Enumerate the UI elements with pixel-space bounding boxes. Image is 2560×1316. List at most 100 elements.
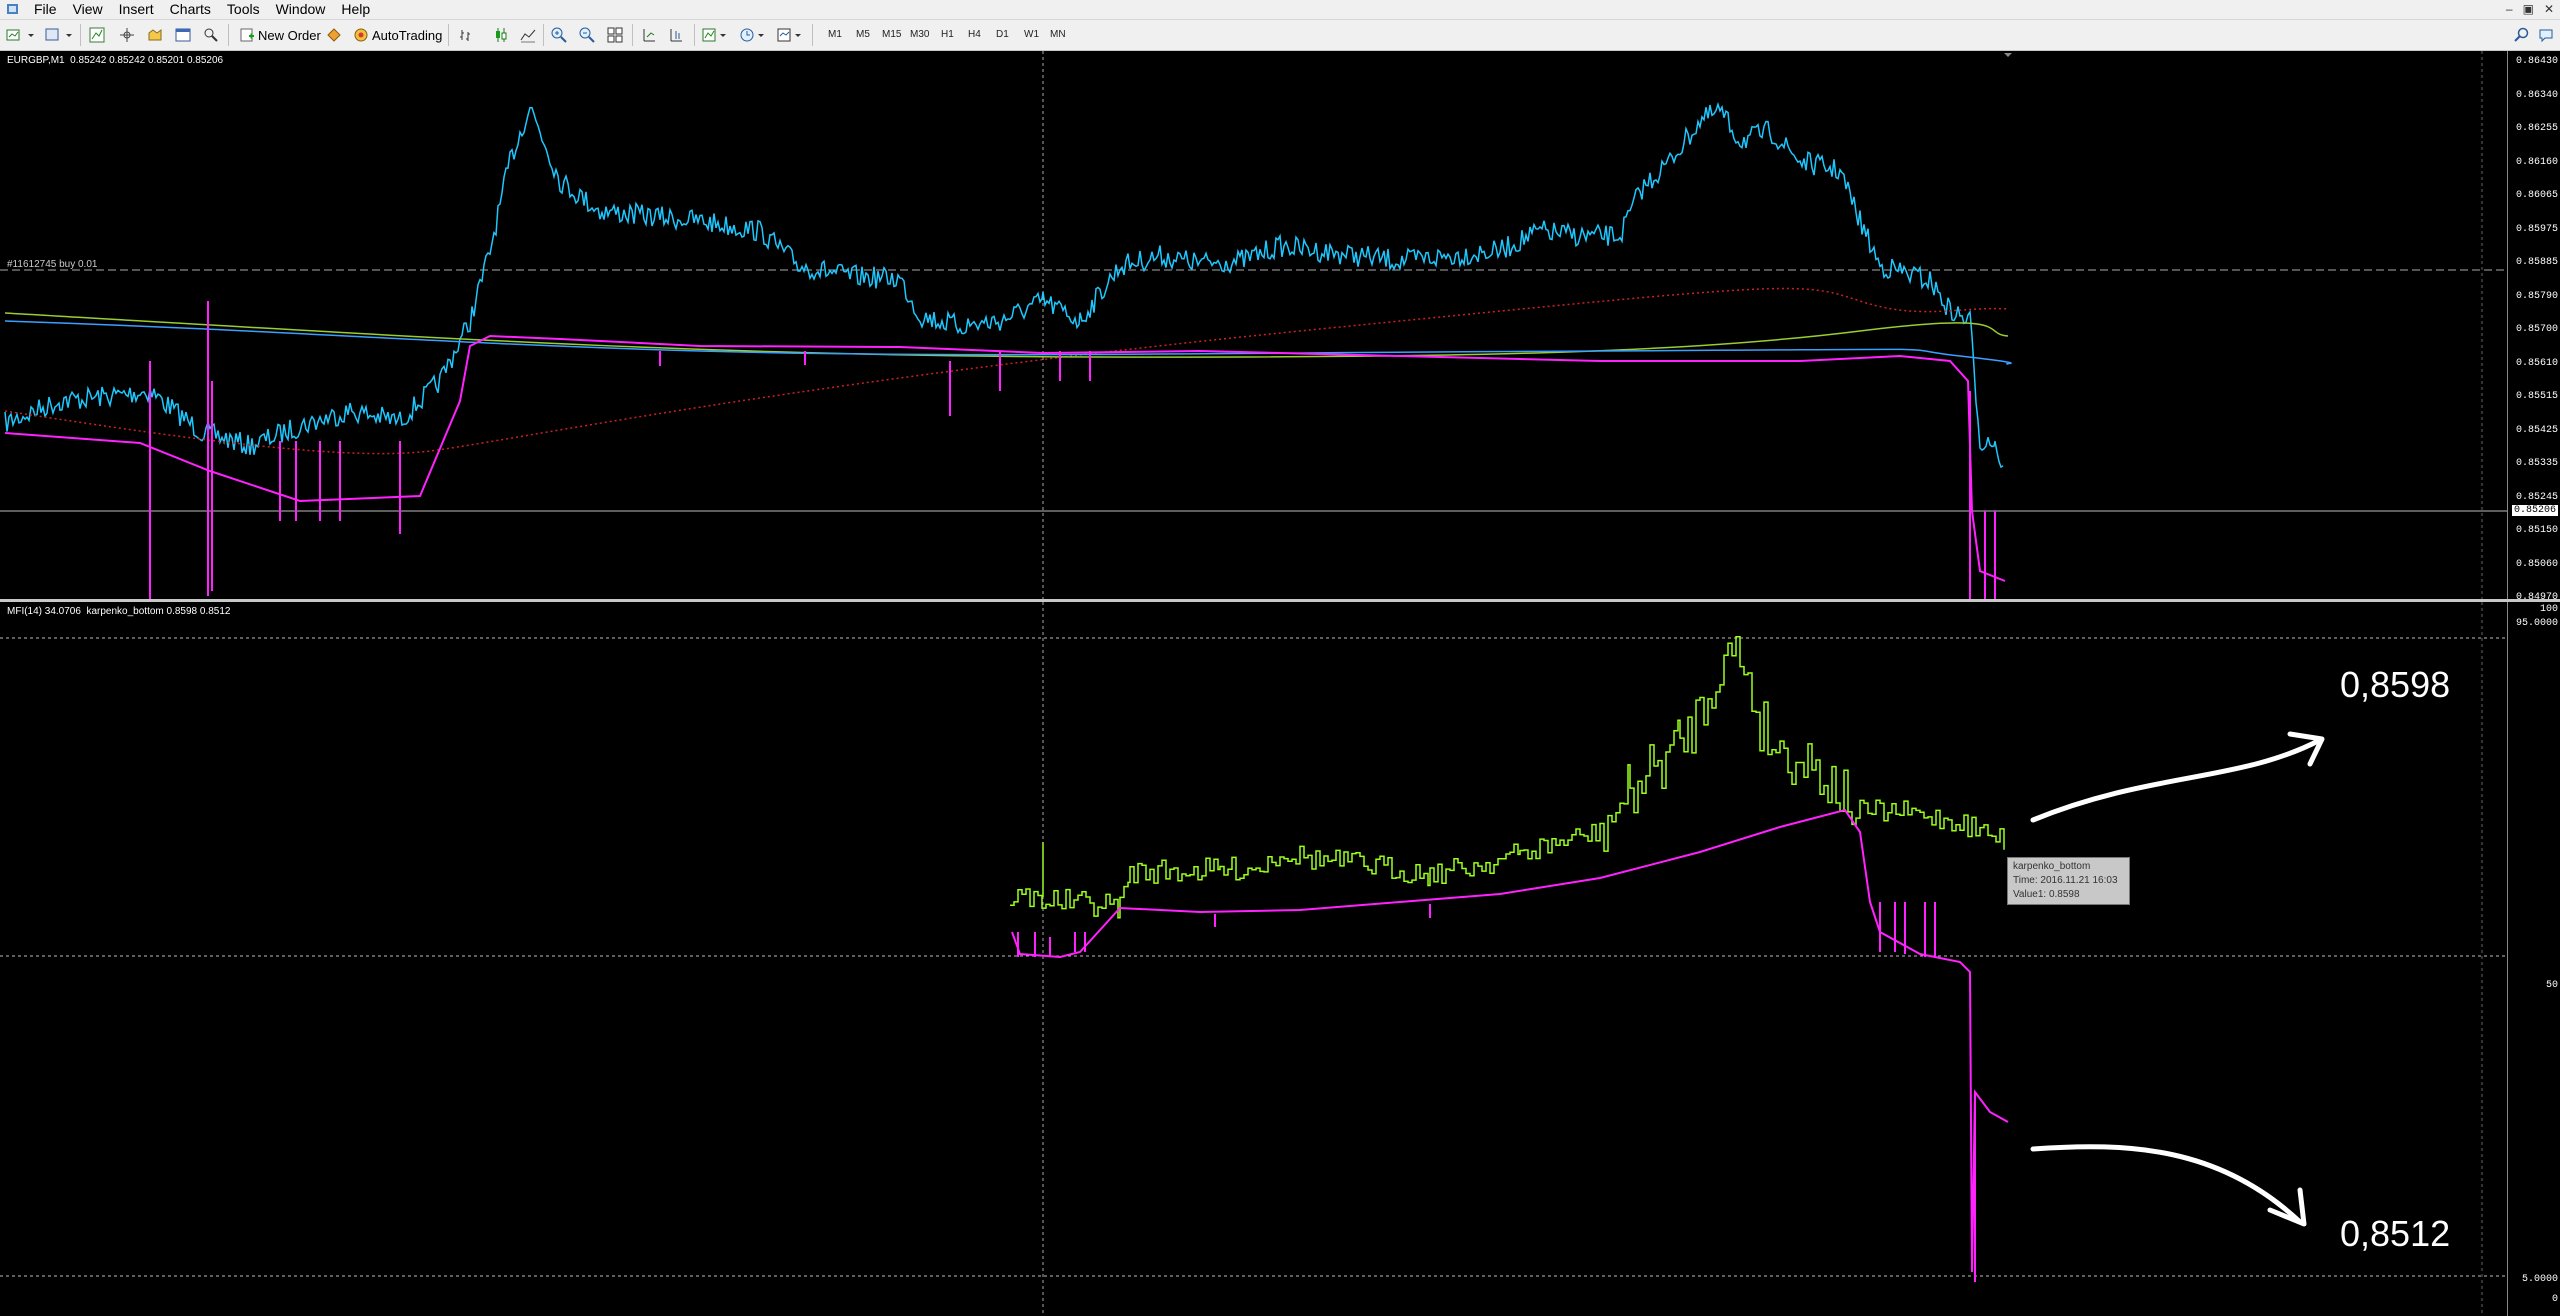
karpenko-indicator-series — [1011, 808, 2009, 1273]
arrow-to-top-value — [2030, 737, 2323, 823]
tile-windows-icon[interactable] — [607, 27, 623, 43]
indicator-tick-label: 0 — [2551, 1294, 2558, 1305]
close-icon[interactable]: ✕ — [2544, 1, 2554, 18]
chat-icon[interactable] — [2538, 27, 2554, 43]
main-grid — [0, 51, 2508, 601]
line-chart-icon[interactable] — [520, 27, 536, 43]
terminal-icon[interactable] — [175, 27, 191, 43]
timeframe-m1[interactable]: M1 — [824, 26, 846, 44]
autotrading-button[interactable]: AutoTrading — [350, 25, 442, 45]
toolbar: New Order AutoTrading M1 M5 M15 M30 H1 H… — [0, 20, 2560, 51]
tooltip-time: Time: 2016.11.21 16:03 — [2013, 875, 2118, 886]
timeframe-h1[interactable]: H1 — [937, 26, 958, 44]
new-chart-icon[interactable] — [6, 27, 36, 43]
price-tick-label: 0.85790 — [2515, 290, 2558, 302]
timeframe-d1[interactable]: D1 — [992, 26, 1013, 44]
ma-blue-series — [4, 320, 2012, 365]
timeframe-h4[interactable]: H4 — [964, 26, 985, 44]
window-controls: – ▣ ✕ — [2506, 1, 2554, 18]
price-tick-label: 0.85515 — [2515, 391, 2558, 402]
price-tick-label: 0.86340 — [2515, 89, 2558, 101]
chart-shift-icon[interactable] — [668, 27, 684, 43]
indicator-tooltip: karpenko_bottom Time: 2016.11.21 16:03 V… — [2007, 857, 2130, 905]
price-tick-label: 0.85150 — [2515, 525, 2558, 536]
price-axis[interactable]: 0.86430 0.86340 0.86255 0.86160 0.86065 0.859… — [2507, 51, 2560, 603]
metaeditor-icon[interactable] — [326, 27, 342, 43]
timeframe-mn[interactable]: MN — [1046, 26, 1070, 44]
price-tick-label: 0.86430 — [2515, 56, 2558, 67]
new-order-button[interactable]: New Order — [236, 25, 321, 45]
indicator-subwindow[interactable]: MFI(14) 34.0706 karpenko_bottom 0.8598 0… — [0, 602, 2560, 1316]
menu-tools[interactable]: Tools — [219, 0, 268, 19]
indicator-title: MFI(14) 34.0706 karpenko_bottom 0.8598 0… — [7, 606, 231, 617]
annotation-top-value: 0,8598 — [2340, 664, 2451, 705]
price-tick-label: 0.85975 — [2515, 223, 2558, 235]
timeframe-m5[interactable]: M5 — [852, 26, 874, 44]
autotrading-icon — [354, 28, 368, 42]
minimize-icon[interactable]: – — [2506, 1, 2513, 18]
main-price-chart[interactable]: EURGBP,M1 0.85242 0.85242 0.85201 0.8520… — [0, 51, 2560, 603]
data-window-icon[interactable] — [119, 27, 135, 43]
profiles-icon[interactable] — [44, 27, 74, 43]
market-watch-icon[interactable] — [89, 27, 105, 43]
auto-scroll-icon[interactable] — [641, 27, 657, 43]
strategy-tester-icon[interactable] — [203, 27, 219, 43]
arrow-to-bottom-value — [2030, 1144, 2303, 1225]
price-plot[interactable] — [0, 51, 2508, 601]
indicator-axis[interactable]: 100 95.0000 50 5.0000 0 — [2507, 602, 2560, 1316]
bar-chart-icon[interactable] — [459, 27, 475, 43]
indicators-icon[interactable] — [702, 27, 730, 43]
navigator-icon[interactable] — [147, 27, 163, 43]
new-order-icon — [240, 28, 254, 42]
price-tick-label: 0.86160 — [2515, 156, 2558, 168]
main-chart-title: EURGBP,M1 0.85242 0.85242 0.85201 0.8520… — [7, 55, 224, 66]
current-price-label: 0.85206 — [2511, 505, 2558, 516]
price-tick-label: 0.86065 — [2515, 190, 2558, 201]
menu-file[interactable]: File — [26, 0, 65, 19]
price-tick-label: 0.85425 — [2515, 424, 2558, 436]
price-tick-label: 0.85700 — [2515, 324, 2558, 335]
annotation-arrows — [2030, 731, 2325, 1227]
price-tick-label: 0.85335 — [2515, 458, 2558, 469]
zoom-in-icon[interactable] — [551, 27, 567, 43]
zoom-out-icon[interactable] — [579, 27, 595, 43]
indicator-grid — [0, 602, 2508, 1316]
price-tick-label: 0.85245 — [2515, 491, 2558, 503]
new-order-label: New Order — [258, 27, 321, 43]
mfi-series — [1010, 635, 2005, 919]
price-tick-label: 0.85885 — [2515, 257, 2558, 268]
terminal-window: File View Insert Charts Tools Window Hel… — [0, 0, 2560, 1316]
timeframe-w1[interactable]: W1 — [1020, 26, 1043, 44]
menu-charts[interactable]: Charts — [162, 0, 219, 19]
templates-icon[interactable] — [777, 27, 805, 43]
menu-bar: File View Insert Charts Tools Window Hel… — [0, 0, 2560, 20]
menu-window[interactable]: Window — [268, 0, 334, 19]
menu-insert[interactable]: Insert — [111, 0, 162, 19]
karpenko-series — [4, 334, 2006, 582]
main-series — [4, 101, 2012, 599]
menu-view[interactable]: View — [65, 0, 111, 19]
indicator-tick-label: 95.0000 — [2515, 618, 2558, 629]
indicator-tick-label: 50 — [2545, 980, 2558, 991]
timeframe-m15[interactable]: M15 — [878, 26, 905, 44]
menu-help[interactable]: Help — [333, 0, 378, 19]
price-tick-label: 0.85610 — [2515, 357, 2558, 369]
price-tick-label: 0.85060 — [2515, 558, 2558, 570]
indicator-tick-label: 100 — [2539, 604, 2558, 615]
candlesticks-icon[interactable] — [493, 27, 509, 43]
autotrading-label: AutoTrading — [372, 27, 443, 43]
indicator-series — [1010, 635, 2009, 1282]
indicator-plot[interactable] — [0, 602, 2508, 1316]
tooltip-value: Value1: 0.8598 — [2013, 889, 2080, 900]
periods-icon[interactable] — [740, 27, 768, 43]
restore-icon[interactable]: ▣ — [2523, 1, 2534, 18]
price-series — [4, 101, 2004, 469]
timeframe-m30[interactable]: M30 — [906, 26, 933, 44]
annotation-bottom-value: 0,8512 — [2340, 1213, 2451, 1254]
order-line-label[interactable]: #11612745 buy 0.01 — [7, 259, 97, 270]
app-logo-icon — [7, 4, 18, 14]
chart-corner-marker — [2004, 53, 2012, 57]
price-tick-label: 0.86255 — [2515, 123, 2558, 134]
search-icon[interactable] — [2514, 27, 2530, 43]
indicator-tick-label: 5.0000 — [2521, 1274, 2558, 1285]
